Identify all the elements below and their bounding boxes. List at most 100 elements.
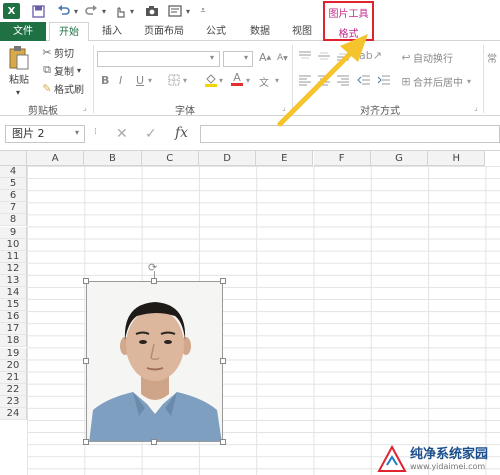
column-header[interactable]: A — [27, 151, 85, 166]
resize-handle-bottom[interactable] — [151, 439, 157, 445]
column-header[interactable]: D — [198, 151, 257, 166]
tab-home[interactable]: 开始 — [49, 22, 89, 42]
font-size-dropdown-icon[interactable]: ▾ — [244, 53, 248, 62]
paste-dropdown-icon[interactable]: ▾ — [16, 88, 20, 97]
row-header[interactable]: 21 — [0, 371, 27, 384]
scissors-icon: ✂ — [42, 45, 52, 59]
name-box[interactable]: 图片 2 — [5, 125, 85, 143]
italic-button[interactable]: I — [119, 74, 122, 87]
watermark-logo-icon — [377, 445, 407, 472]
worksheet-grid: ABCDEFGH 4 5 6 7 8 9 10 11 12 13 14 15 16 17 18 19 20 21 2… — [0, 151, 500, 475]
column-header[interactable]: G — [370, 151, 429, 166]
resize-handle-bottom-right[interactable] — [220, 439, 226, 445]
column-header[interactable]: E — [256, 151, 314, 166]
redo-icon[interactable] — [84, 3, 98, 19]
row-header[interactable]: 11 — [0, 250, 27, 263]
underline-dropdown-icon[interactable]: ▾ — [148, 76, 152, 85]
column-header[interactable]: C — [141, 151, 199, 166]
row-header[interactable]: 4 — [0, 166, 27, 179]
row-header[interactable]: 15 — [0, 299, 27, 312]
fill-color-dropdown-icon[interactable]: ▾ — [219, 76, 223, 85]
border-button[interactable] — [168, 74, 180, 86]
copy-dropdown-icon[interactable]: ▾ — [77, 66, 81, 75]
row-header[interactable]: 6 — [0, 190, 27, 203]
tab-insert[interactable]: 插入 — [92, 22, 132, 41]
wrap-text-button[interactable]: ↩ 自动换行 — [399, 50, 453, 65]
row-header[interactable]: 10 — [0, 238, 27, 251]
tab-formulas[interactable]: 公式 — [196, 22, 236, 41]
number-format-select[interactable]: 常 — [487, 50, 497, 65]
touch-dropdown-icon[interactable]: ▾ — [128, 3, 136, 19]
font-size-select[interactable] — [223, 51, 253, 67]
undo-icon[interactable] — [56, 3, 70, 19]
format-painter-button[interactable]: ✎ 格式刷 — [40, 81, 84, 96]
row-header[interactable]: 23 — [0, 395, 27, 408]
rotate-handle-icon[interactable]: ⟳ — [148, 261, 157, 274]
font-name-select[interactable] — [97, 51, 220, 67]
tab-page-layout[interactable]: 页面布局 — [136, 22, 192, 41]
row-header[interactable]: 16 — [0, 311, 27, 324]
merge-center-button[interactable]: ⊞ 合并后居中 ▾ — [399, 74, 471, 89]
resize-handle-top[interactable] — [151, 278, 157, 284]
redo-dropdown-icon[interactable]: ▾ — [100, 3, 108, 19]
row-header[interactable]: 12 — [0, 262, 27, 275]
row-header[interactable]: 9 — [0, 226, 27, 239]
paste-label: 粘贴 — [9, 75, 29, 86]
annotation-arrow-icon — [277, 34, 368, 127]
font-name-dropdown-icon[interactable]: ▾ — [210, 53, 214, 62]
wrap-text-label: 自动换行 — [413, 54, 453, 65]
touch-mode-icon[interactable] — [113, 3, 127, 19]
copy-button[interactable]: ⧉ 复制 ▾ — [40, 63, 81, 78]
font-group-label: 字体 — [175, 106, 195, 117]
form-dropdown-icon[interactable]: ▾ — [184, 3, 192, 19]
row-header[interactable]: 22 — [0, 383, 27, 396]
font-color-button[interactable]: A — [231, 72, 243, 86]
border-dropdown-icon[interactable]: ▾ — [183, 76, 187, 85]
cut-button[interactable]: ✂ 剪切 — [40, 45, 74, 60]
save-icon[interactable] — [30, 3, 46, 19]
row-header[interactable]: 14 — [0, 287, 27, 300]
copy-icon: ⧉ — [43, 63, 51, 76]
form-icon[interactable] — [167, 3, 183, 19]
underline-button[interactable]: U — [136, 74, 144, 87]
select-all-corner[interactable] — [0, 151, 27, 166]
bold-button[interactable]: B — [101, 74, 109, 87]
row-header[interactable]: 19 — [0, 347, 27, 360]
customize-qat-icon[interactable]: ⩡ — [198, 3, 208, 19]
row-header[interactable]: 7 — [0, 202, 27, 215]
fill-color-button[interactable] — [204, 72, 218, 87]
camera-icon[interactable] — [144, 3, 160, 19]
excel-logo-icon[interactable]: X — [3, 3, 20, 19]
column-header[interactable]: F — [313, 151, 371, 166]
resize-handle-bottom-left[interactable] — [83, 439, 89, 445]
row-header[interactable]: 5 — [0, 178, 27, 191]
phonetic-button[interactable]: 文 — [259, 74, 269, 89]
selected-picture[interactable] — [86, 281, 223, 442]
undo-dropdown-icon[interactable]: ▾ — [72, 3, 80, 19]
formula-bar-handle-icon[interactable]: ⁞ — [94, 127, 97, 137]
resize-handle-right[interactable] — [220, 358, 226, 364]
row-header[interactable]: 20 — [0, 359, 27, 372]
enter-icon[interactable]: ✓ — [145, 126, 157, 142]
resize-handle-top-right[interactable] — [220, 278, 226, 284]
alignment-launcher-icon[interactable]: ⌟ — [474, 103, 478, 112]
row-header[interactable]: 24 — [0, 408, 27, 421]
paste-button[interactable]: 粘贴 — [6, 45, 32, 87]
name-box-dropdown-icon[interactable]: ▾ — [75, 128, 79, 137]
watermark-title: 纯净系统家园 — [410, 446, 489, 462]
clipboard-launcher-icon[interactable]: ⌟ — [83, 103, 87, 112]
merge-dropdown-icon[interactable]: ▾ — [467, 77, 471, 86]
resize-handle-left[interactable] — [83, 358, 89, 364]
column-header[interactable]: B — [84, 151, 142, 166]
font-color-dropdown-icon[interactable]: ▾ — [246, 76, 250, 85]
row-header[interactable]: 8 — [0, 214, 27, 227]
insert-function-button[interactable]: fx — [175, 125, 188, 141]
resize-handle-top-left[interactable] — [83, 278, 89, 284]
row-header[interactable]: 13 — [0, 274, 27, 287]
cancel-icon[interactable]: ✕ — [116, 126, 128, 142]
row-header[interactable]: 18 — [0, 335, 27, 348]
column-header[interactable]: H — [428, 151, 486, 166]
row-header[interactable]: 17 — [0, 323, 27, 336]
separator — [483, 45, 484, 113]
tab-file[interactable]: 文件 — [0, 22, 46, 41]
